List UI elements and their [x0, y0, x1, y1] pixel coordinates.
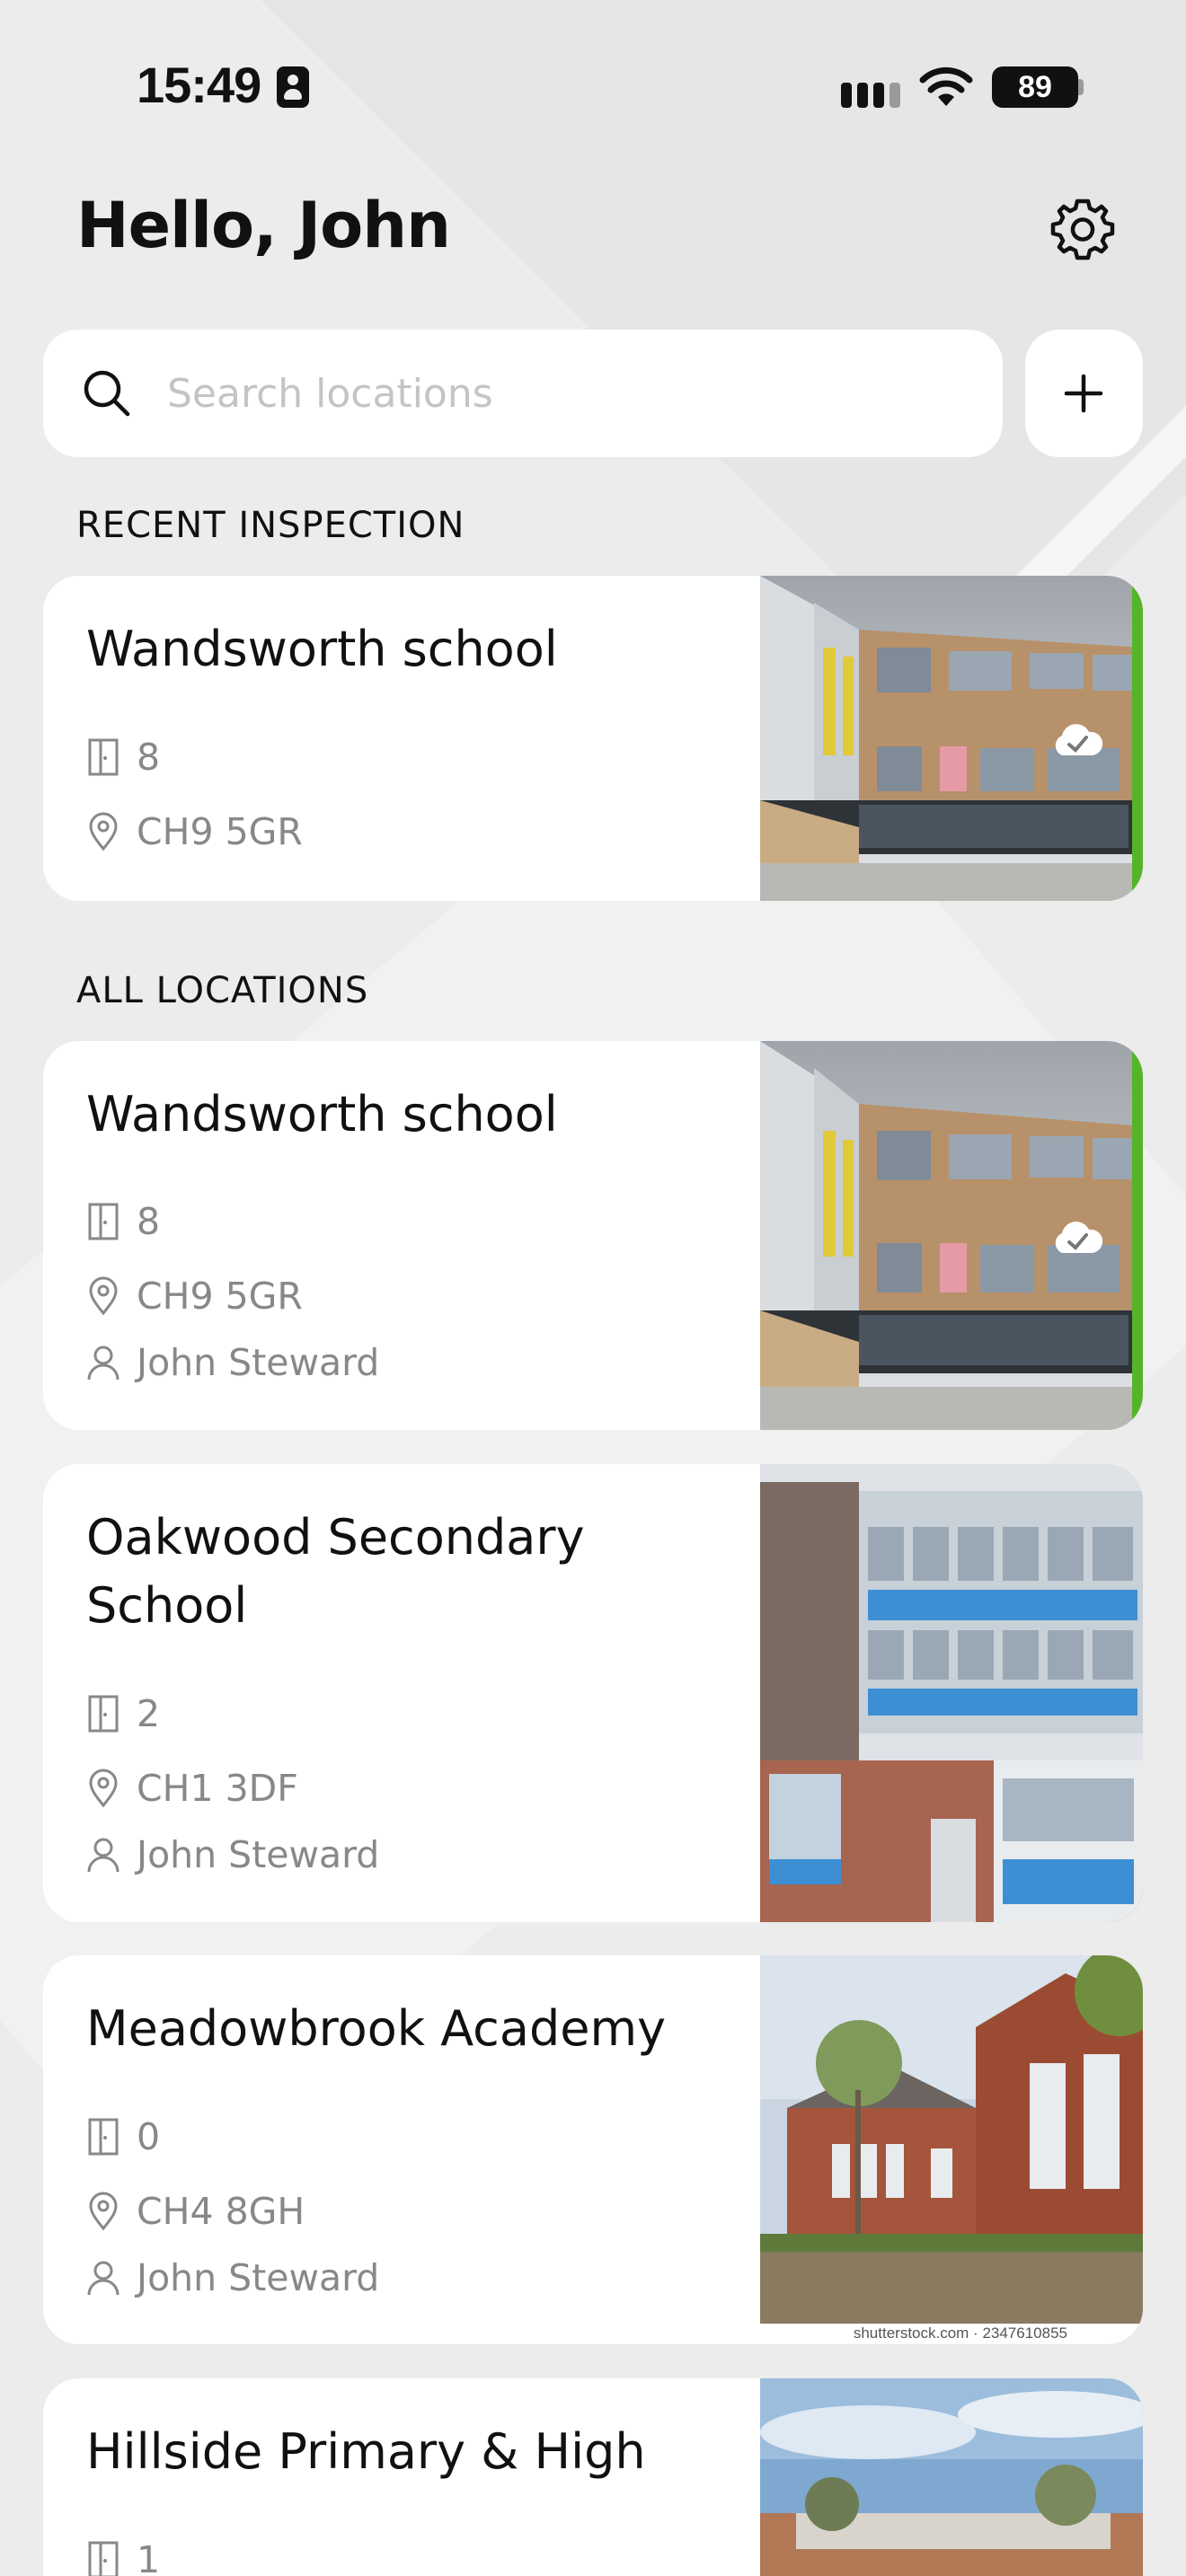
gear-icon[interactable] [1049, 196, 1116, 262]
door-count: 0 [137, 2115, 161, 2158]
search-input[interactable] [167, 357, 958, 430]
postcode: CH9 5GR [137, 1275, 303, 1318]
status-bar: 15:49 89 [0, 0, 1186, 171]
location-photo: shutterstock.com · 2347610855 [760, 1955, 1143, 2344]
section-label-recent: RECENT INSPECTION [76, 505, 465, 546]
status-time: 15:49 [137, 57, 261, 113]
page-title: Hello, John [76, 189, 451, 262]
location-card[interactable]: Wandsworth school 8 CH9 5GR John Steward [43, 1041, 1143, 1430]
recent-inspection-card[interactable]: Wandsworth school 8 CH9 5GR [43, 576, 1143, 901]
location-card[interactable]: Hillside Primary & High 1 [43, 2378, 1143, 2576]
battery-icon: 89 [992, 66, 1078, 108]
door-count-row: 2 [86, 1689, 160, 1739]
location-photo [760, 576, 1143, 901]
postcode-row: CH9 5GR [86, 807, 303, 857]
synced-accent-bar [1132, 1041, 1143, 1430]
location-title: Meadowbrook Academy [86, 2000, 667, 2057]
user-icon [87, 2261, 119, 2296]
postcode: CH1 3DF [137, 1767, 298, 1810]
location-title: Oakwood Secondary School [86, 1509, 585, 1634]
postcode: CH4 8GH [137, 2190, 305, 2233]
location-card[interactable]: Meadowbrook Academy 0 CH4 8GH John Stewa… [43, 1955, 1143, 2344]
postcode: CH9 5GR [137, 810, 303, 853]
door-count: 8 [137, 736, 161, 779]
owner-name: John Steward [137, 1341, 380, 1384]
owner-row: John Steward [86, 2253, 379, 2303]
location-pin-icon [89, 1769, 118, 1808]
location-photo [760, 2378, 1143, 2576]
search-icon [84, 370, 130, 417]
owner-name: John Steward [137, 1833, 380, 1876]
location-pin-icon [89, 2192, 118, 2231]
door-icon [88, 1203, 119, 1240]
postcode-row: CH9 5GR [86, 1271, 303, 1321]
plus-icon [1064, 374, 1103, 413]
owner-name: John Steward [137, 2256, 380, 2299]
door-icon [88, 2541, 119, 2576]
location-pin-icon [89, 1276, 118, 1316]
image-watermark: shutterstock.com · 2347610855 [853, 2325, 1067, 2342]
location-card[interactable]: Oakwood Secondary School 2 CH1 3DF John … [43, 1464, 1143, 1922]
location-pin-icon [89, 812, 118, 851]
door-count-row: 1 [86, 2535, 160, 2576]
contact-card-icon [277, 66, 309, 108]
postcode-row: CH4 8GH [86, 2186, 305, 2236]
location-title: Wandsworth school [86, 621, 558, 677]
door-count-row: 0 [86, 2112, 160, 2162]
location-photo [760, 1464, 1143, 1922]
door-icon [88, 2118, 119, 2156]
battery-tip [1078, 79, 1084, 95]
door-count: 1 [137, 2538, 161, 2576]
user-icon [87, 1838, 119, 1873]
add-location-button[interactable] [1025, 330, 1143, 457]
section-label-all: ALL LOCATIONS [76, 970, 369, 1011]
postcode-row: CH1 3DF [86, 1763, 298, 1813]
owner-row: John Steward [86, 1830, 379, 1880]
wifi-icon [919, 66, 973, 106]
door-count: 2 [137, 1692, 161, 1735]
signal-icon [841, 70, 902, 108]
location-photo [760, 1041, 1143, 1430]
user-icon [87, 1345, 119, 1381]
door-count-row: 8 [86, 1196, 160, 1247]
synced-cloud-icon [1055, 1222, 1103, 1253]
owner-row: John Steward [86, 1337, 379, 1388]
door-count: 8 [137, 1200, 161, 1243]
location-title: Hillside Primary & High [86, 2423, 646, 2480]
search-bar [43, 330, 1003, 457]
door-icon [88, 738, 119, 776]
door-icon [88, 1695, 119, 1733]
location-title: Wandsworth school [86, 1086, 558, 1142]
synced-cloud-icon [1055, 724, 1103, 755]
door-count-row: 8 [86, 732, 160, 782]
synced-accent-bar [1132, 576, 1143, 901]
